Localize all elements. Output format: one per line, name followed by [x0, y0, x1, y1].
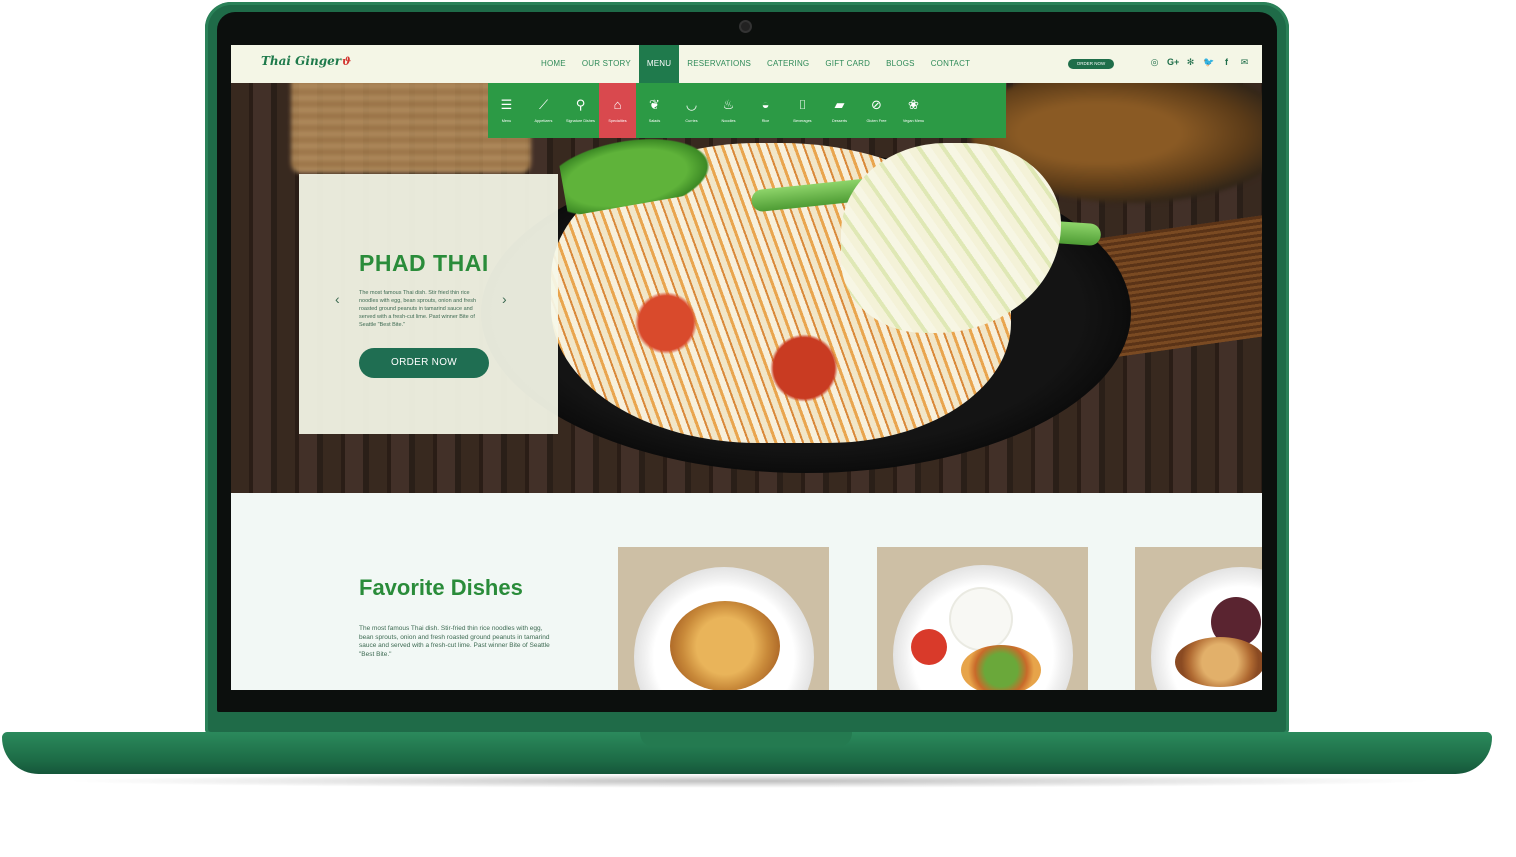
category-vegan-menu[interactable]: ❀ Vegan Menu	[895, 83, 932, 138]
drink-icon: ⌷	[798, 97, 807, 112]
category-beverages[interactable]: ⌷ Beverages	[784, 83, 821, 138]
skewer-icon: ⟋	[538, 97, 549, 112]
category-label: Noodles	[721, 119, 736, 123]
nav-menu[interactable]: MENU	[638, 45, 680, 83]
category-specialties[interactable]: ⌂ Specialties	[599, 83, 636, 138]
nav-blogs[interactable]: BLOGS	[878, 45, 923, 83]
category-menu[interactable]: ☰ Menu	[488, 83, 525, 138]
menu-category-bar: ☰ Menu ⟋ Appetizers ⚲ Signature Dishes ⌂…	[488, 83, 1006, 138]
logo-text: Thai Ginger	[261, 54, 342, 68]
cashew-stir-fry	[1175, 637, 1262, 687]
pad-thai-food	[670, 601, 780, 690]
basil-stir-fry	[961, 645, 1041, 690]
nav-catering[interactable]: CATERING	[759, 45, 817, 83]
hero-order-now-button[interactable]: ORDER NOW	[359, 348, 489, 378]
category-noodles[interactable]: ♨ Noodles	[710, 83, 747, 138]
chili-icon: ϑ	[342, 55, 352, 68]
website-screen: PHAD THAI ‹ The most famous Thai dish. S…	[231, 45, 1262, 690]
dish-card-basil-rice[interactable]	[877, 547, 1088, 690]
rice-mound	[951, 589, 1011, 649]
category-rice[interactable]: ◒ Rice	[747, 83, 784, 138]
bowl-icon: ◡	[685, 97, 698, 112]
cloche-icon: ⌂	[613, 97, 622, 112]
nav-order-now-button[interactable]: ORDER NOW	[1068, 59, 1114, 69]
tomato-slice	[911, 629, 947, 665]
category-appetizers[interactable]: ⟋ Appetizers	[525, 83, 562, 138]
site-logo[interactable]: Thai Gingerϑ	[261, 54, 351, 68]
main-menu: HOME OUR STORY MENU RESERVATIONS CATERIN…	[533, 45, 978, 83]
menu-icon: ☰	[500, 97, 513, 112]
hero-title: PHAD THAI	[359, 250, 489, 276]
category-label: Signature Dishes	[566, 119, 595, 123]
instagram-icon[interactable]: ◎	[1149, 57, 1160, 68]
social-links: ◎ G+ ✻ 🐦 f ✉	[1149, 57, 1250, 68]
category-label: Salads	[648, 119, 661, 123]
nav-contact[interactable]: CONTACT	[923, 45, 978, 83]
category-label: Specialties	[608, 119, 627, 123]
dish-card-black-rice[interactable]	[1135, 547, 1262, 690]
category-signature-dishes[interactable]: ⚲ Signature Dishes	[562, 83, 599, 138]
mail-icon[interactable]: ✉	[1239, 57, 1250, 68]
hero-banner: PHAD THAI ‹ The most famous Thai dish. S…	[231, 83, 1262, 493]
facebook-icon[interactable]: f	[1221, 57, 1232, 68]
laptop-notch	[640, 732, 852, 747]
favorites-description: The most famous Thai dish. Stir-fried th…	[359, 625, 550, 658]
hero-description: The most famous Thai dish. Stir fried th…	[359, 290, 477, 328]
category-label: Menu	[501, 119, 512, 123]
webcam-icon	[739, 20, 752, 33]
nav-gift-card[interactable]: GIFT CARD	[817, 45, 878, 83]
category-label: Curries	[685, 119, 698, 123]
rice-bowl-icon: ◒	[761, 97, 770, 112]
dish-card-pad-thai[interactable]	[618, 547, 829, 690]
fork-knife-icon: ⚲	[575, 97, 586, 112]
laptop-shadow	[60, 774, 1440, 788]
top-navbar: Thai Gingerϑ HOME OUR STORY MENU RESERVA…	[231, 45, 1262, 83]
nav-home[interactable]: HOME	[533, 45, 574, 83]
twitter-icon[interactable]: 🐦	[1203, 57, 1214, 68]
category-label: Rice	[761, 119, 770, 123]
category-gluten-free[interactable]: ⊘ Gluten Free	[858, 83, 895, 138]
nav-our-story[interactable]: OUR STORY	[574, 45, 639, 83]
gluten-free-icon: ⊘	[871, 97, 882, 112]
prev-arrow-icon[interactable]: ‹	[335, 291, 340, 307]
noodles-icon: ♨	[722, 97, 735, 112]
category-curries[interactable]: ◡ Curries	[673, 83, 710, 138]
category-salads[interactable]: ❦ Salads	[636, 83, 673, 138]
yelp-icon[interactable]: ✻	[1185, 57, 1196, 68]
favorites-title: Favorite Dishes	[359, 575, 523, 600]
next-arrow-icon[interactable]: ›	[502, 291, 507, 307]
category-label: Beverages	[793, 119, 812, 123]
cake-icon: ▰	[834, 97, 845, 112]
nav-reservations[interactable]: RESERVATIONS	[679, 45, 759, 83]
hero-card: PHAD THAI ‹ The most famous Thai dish. S…	[299, 174, 558, 434]
category-label: Appetizers	[534, 119, 553, 123]
category-label: Desserts	[832, 119, 847, 123]
google-plus-icon[interactable]: G+	[1167, 57, 1179, 68]
category-desserts[interactable]: ▰ Desserts	[821, 83, 858, 138]
leaf-icon: ❦	[649, 97, 660, 112]
vegan-icon: ❀	[908, 97, 919, 112]
category-label: Vegan Menu	[902, 119, 925, 123]
category-label: Gluten Free	[866, 119, 887, 123]
